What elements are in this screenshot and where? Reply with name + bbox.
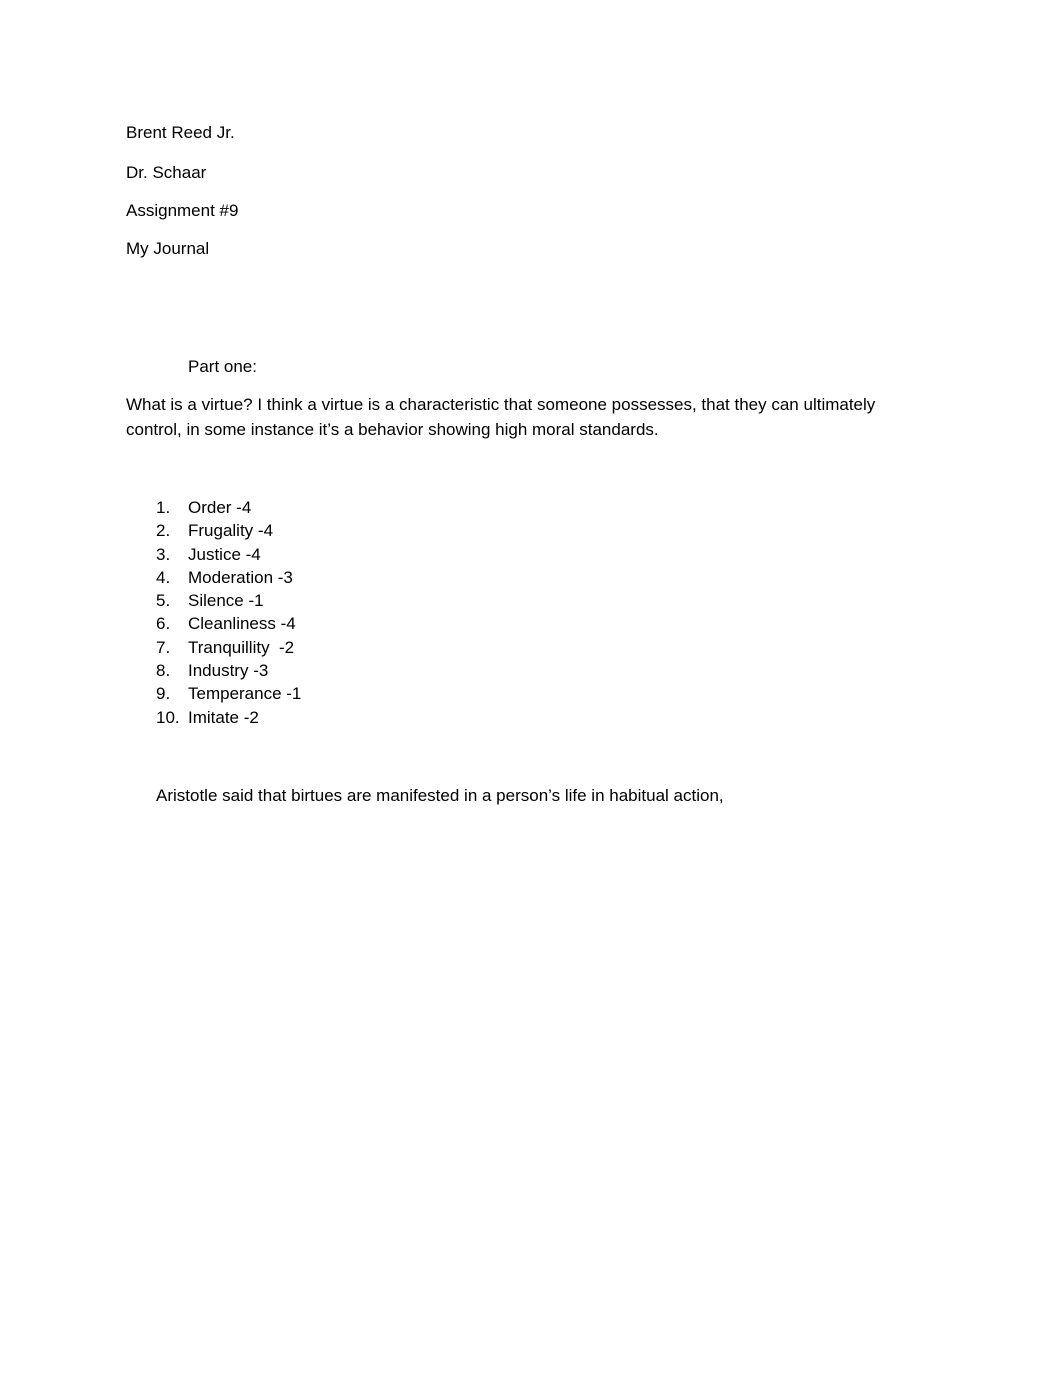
list-item-number: 9. <box>156 684 171 704</box>
list-item-number: 3. <box>156 544 171 564</box>
author-name: Brent Reed Jr. <box>126 123 235 142</box>
list-item: 8. Industry -3 <box>156 660 301 683</box>
list-item-text: Frugality -4 <box>188 521 274 541</box>
list-item-text: Tranquillity -2 <box>188 637 295 657</box>
list-item-number: 7. <box>156 637 171 657</box>
list-item-text: Moderation -3 <box>188 567 293 587</box>
list-item: 3. Justice -4 <box>156 544 301 567</box>
list-item-text: Temperance -1 <box>188 684 302 704</box>
list-item-number: 5. <box>156 591 171 611</box>
virtue-definition-paragraph: What is a virtue? I think a virtue is a … <box>126 395 876 439</box>
assignment-label: Assignment #9 <box>126 201 239 220</box>
list-item-text: Industry -3 <box>188 661 269 681</box>
virtues-list: 1. Order -4 2. Frugality -4 3. Justice -4 4… <box>156 497 301 731</box>
list-item-text: Order -4 <box>188 498 252 517</box>
list-item: 10. Imitate -2 <box>156 707 301 730</box>
list-item-number: 6. <box>156 614 171 634</box>
list-item: 4. Moderation -3 <box>156 567 301 590</box>
list-item-text: Cleanliness -4 <box>188 614 296 634</box>
list-item-text: Imitate -2 <box>188 708 259 728</box>
list-item: 9. Temperance -1 <box>156 683 301 707</box>
list-item-number: 8. <box>156 661 171 681</box>
list-item: 5. Silence -1 <box>156 590 301 613</box>
list-item-number: 4. <box>156 567 171 587</box>
list-item: 1. Order -4 <box>156 497 301 520</box>
aristotle-paragraph: Aristotle said that birtues are manifest… <box>156 786 724 805</box>
list-item-number: 1. <box>156 498 171 517</box>
list-item: 7. Tranquillity -2 <box>156 637 301 660</box>
document-page: Brent Reed Jr. Dr. Schaar Assignment #9 … <box>0 0 1062 1377</box>
list-item-number: 10. <box>156 708 180 728</box>
part-one-heading: Part one: <box>188 357 257 376</box>
document-title: My Journal <box>126 239 210 258</box>
list-item-number: 2. <box>156 521 171 541</box>
list-item-text: Silence -1 <box>188 591 264 611</box>
list-item: 2. Frugality -4 <box>156 520 301 543</box>
instructor-name: Dr. Schaar <box>126 163 207 182</box>
list-item-text: Justice -4 <box>188 544 261 564</box>
list-item: 6. Cleanliness -4 <box>156 613 301 636</box>
